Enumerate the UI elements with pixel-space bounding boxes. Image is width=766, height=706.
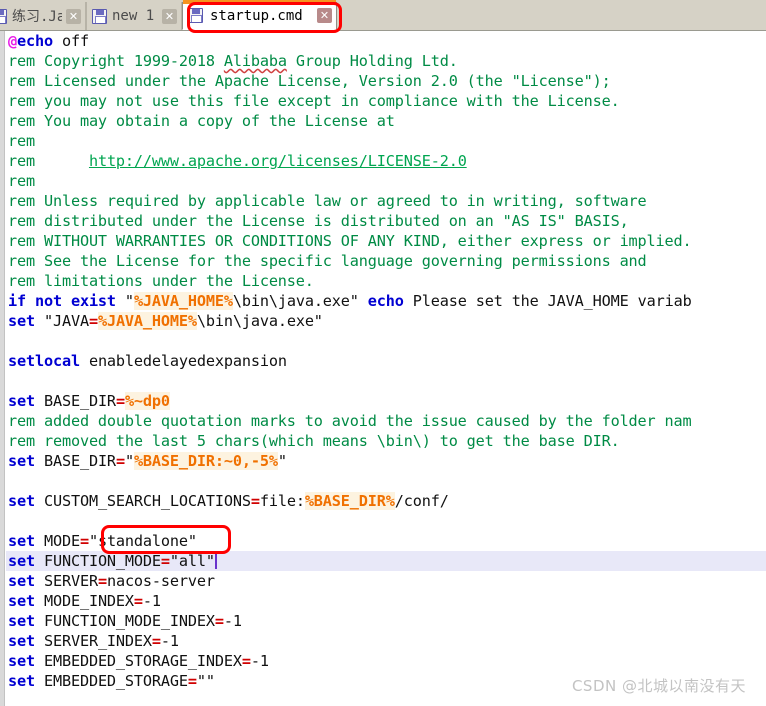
- code-line[interactable]: set BASE_DIR=%~dp0: [6, 391, 766, 411]
- code-line[interactable]: set MODE="standalone": [6, 531, 766, 551]
- code-editor-area[interactable]: @echo off rem Copyright 1999-2018 Alibaba…: [6, 31, 766, 706]
- code-line[interactable]: rem Licensed under the Apache License, V…: [6, 71, 766, 91]
- editor-gutter: [0, 31, 5, 706]
- tab-close-icon[interactable]: ✕: [66, 8, 81, 24]
- code-line[interactable]: set MODE_INDEX=-1: [6, 591, 766, 611]
- code-line[interactable]: set SERVER_INDEX=-1: [6, 631, 766, 651]
- tab-practice-java[interactable]: 练习.Java ✕: [0, 2, 86, 30]
- save-disk-icon: [92, 8, 107, 24]
- code-line[interactable]: rem WITHOUT WARRANTIES OR CONDITIONS OF …: [6, 231, 766, 251]
- tab-bar: 练习.Java ✕ new 1 ✕ startup.cmd ✕: [0, 0, 766, 31]
- code-line[interactable]: rem http://www.apache.org/licenses/LICEN…: [6, 151, 766, 171]
- code-line[interactable]: if not exist "%JAVA_HOME%\bin\java.exe" …: [6, 291, 766, 311]
- code-line[interactable]: [6, 331, 766, 351]
- tab-label: new 1: [112, 8, 155, 24]
- code-line[interactable]: set EMBEDDED_STORAGE_INDEX=-1: [6, 651, 766, 671]
- code-line[interactable]: rem Unless required by applicable law or…: [6, 191, 766, 211]
- code-line[interactable]: set "JAVA=%JAVA_HOME%\bin\java.exe": [6, 311, 766, 331]
- tab-close-icon[interactable]: ✕: [162, 8, 177, 24]
- code-line[interactable]: set FUNCTION_MODE="all": [6, 551, 766, 571]
- active-tab-accent-bar: [183, 0, 336, 4]
- code-line[interactable]: [6, 511, 766, 531]
- tab-label: startup.cmd: [210, 7, 303, 24]
- code-line[interactable]: set FUNCTION_MODE_INDEX=-1: [6, 611, 766, 631]
- code-line[interactable]: rem You may obtain a copy of the License…: [6, 111, 766, 131]
- code-line[interactable]: rem added double quotation marks to avoi…: [6, 411, 766, 431]
- code-line[interactable]: rem distributed under the License is dis…: [6, 211, 766, 231]
- csdn-watermark: CSDN @北城以南没有天: [571, 677, 746, 695]
- code-line[interactable]: rem limitations under the License.: [6, 271, 766, 291]
- code-line[interactable]: rem you may not use this file except in …: [6, 91, 766, 111]
- code-line[interactable]: set CUSTOM_SEARCH_LOCATIONS=file:%BASE_D…: [6, 491, 766, 511]
- code-line[interactable]: set SERVER=nacos-server: [6, 571, 766, 591]
- save-disk-icon: [0, 8, 7, 24]
- code-line[interactable]: set BASE_DIR="%BASE_DIR:~0,-5%": [6, 451, 766, 471]
- code-line[interactable]: rem Copyright 1999-2018 Alibaba Group Ho…: [6, 51, 766, 71]
- code-line[interactable]: rem removed the last 5 chars(which means…: [6, 431, 766, 451]
- tab-startup-cmd[interactable]: startup.cmd ✕: [182, 0, 337, 30]
- code-line[interactable]: [6, 371, 766, 391]
- code-line[interactable]: rem: [6, 131, 766, 151]
- code-line[interactable]: @echo off: [6, 31, 766, 51]
- code-line[interactable]: rem: [6, 171, 766, 191]
- tab-new-1[interactable]: new 1 ✕: [86, 2, 182, 30]
- save-disk-icon: [188, 8, 203, 23]
- code-line[interactable]: [6, 471, 766, 491]
- code-line[interactable]: rem See the License for the specific lan…: [6, 251, 766, 271]
- text-caret: [214, 553, 217, 569]
- code-line[interactable]: setlocal enabledelayedexpansion: [6, 351, 766, 371]
- tab-label: 练习.Java: [12, 9, 62, 25]
- editor-window: 练习.Java ✕ new 1 ✕ startup.cmd ✕ @echo of…: [0, 0, 766, 706]
- tab-close-icon[interactable]: ✕: [317, 8, 332, 23]
